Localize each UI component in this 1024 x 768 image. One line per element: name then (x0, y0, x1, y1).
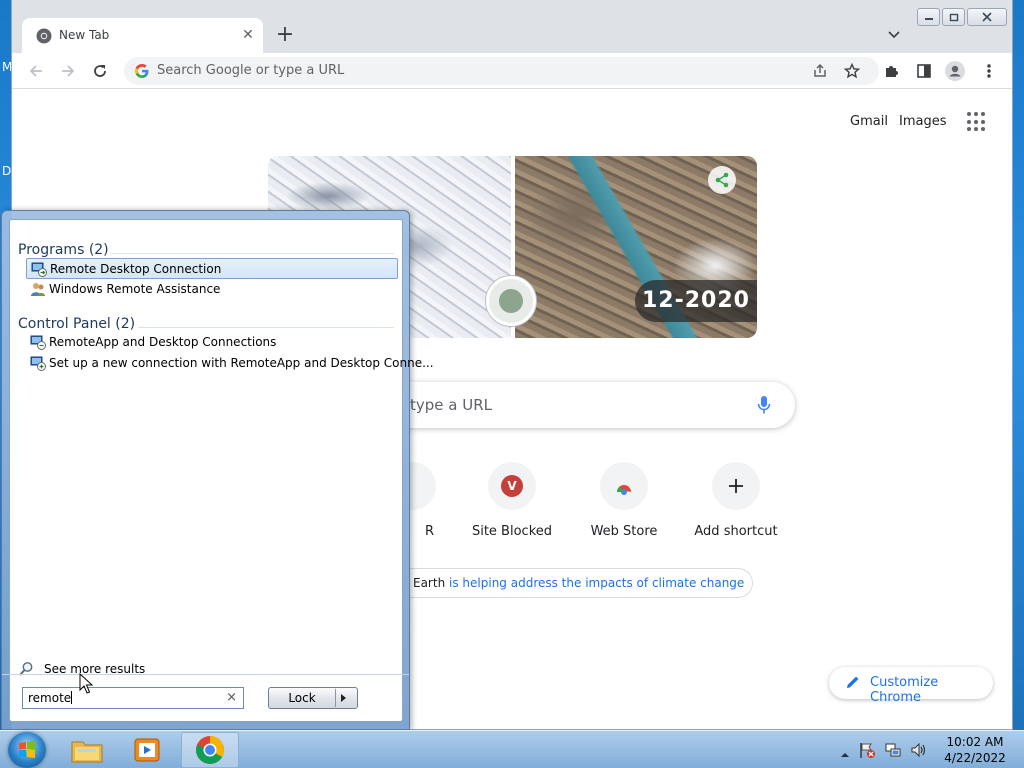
start-search-input[interactable]: remote × (22, 687, 244, 709)
shortcut-web-store[interactable]: Web Store (568, 462, 680, 539)
clock-date: 4/22/2022 (944, 751, 1006, 765)
show-hidden-icons-arrow-icon[interactable] (840, 745, 850, 757)
lock-button-label: Lock (288, 691, 316, 705)
volume-icon[interactable] (910, 741, 928, 759)
customize-chrome-button[interactable]: Customize Chrome (829, 667, 993, 705)
minimize-icon[interactable] (917, 8, 940, 26)
customize-chrome-label: Customize Chrome (870, 675, 939, 705)
doodle-date-label: 12-2020 (635, 280, 757, 322)
shortcut-site-blocked[interactable]: V Site Blocked (456, 462, 568, 539)
tab-title: New Tab (59, 28, 110, 42)
result-remoteapp-connections[interactable]: RemoteApp and Desktop Connections (26, 332, 398, 353)
taskbar-file-explorer-icon[interactable] (58, 732, 116, 768)
remote-desktop-icon (31, 262, 47, 277)
start-button-windows-icon[interactable] (8, 732, 46, 768)
remote-assistance-icon (31, 283, 45, 296)
ntp-search-placeholder: type a URL (410, 396, 492, 414)
tab-strip: New Tab ✕ + (12, 0, 1012, 53)
browser-toolbar: Search Google or type a URL (12, 53, 1012, 89)
omnibox[interactable]: Search Google or type a URL (124, 57, 879, 85)
google-g-icon (135, 64, 149, 78)
close-window-icon[interactable] (967, 8, 1007, 26)
earth-text: Earth (413, 576, 446, 590)
shortcut-label: Add shortcut (694, 524, 778, 539)
mouse-cursor-icon (79, 673, 93, 694)
share-icon[interactable] (810, 61, 830, 81)
microphone-icon[interactable] (757, 395, 771, 415)
images-link[interactable]: Images (899, 114, 947, 129)
remoteapp-setup-icon (30, 356, 46, 371)
profile-avatar-icon[interactable] (945, 61, 965, 81)
clock-time: 10:02 AM (946, 735, 1004, 749)
shortcut-add[interactable]: Add shortcut (680, 462, 792, 539)
taskbar-media-player-icon[interactable] (118, 732, 176, 768)
extensions-puzzle-icon[interactable] (882, 61, 902, 81)
result-label: Remote Desktop Connection (50, 262, 222, 276)
reload-icon[interactable] (90, 61, 110, 81)
system-tray (840, 741, 928, 759)
see-more-results-link[interactable]: See more results (18, 660, 218, 678)
earth-link[interactable]: is helping address the impacts of climat… (449, 576, 744, 590)
desktop-icon-label-fragment: D (2, 164, 12, 178)
taskbar-clock[interactable]: 10:02 AM 4/22/2022 (935, 734, 1015, 766)
start-menu-results-panel: Programs (2) Remote Desktop Connection W… (9, 219, 434, 722)
results-section-header: Control Panel (2) (18, 316, 136, 332)
omnibox-placeholder: Search Google or type a URL (157, 63, 345, 78)
plus-icon (729, 479, 743, 493)
results-section-header: Programs (2) (18, 242, 109, 258)
chrome-favicon-icon (36, 28, 52, 44)
result-windows-remote-assistance[interactable]: Windows Remote Assistance (26, 279, 398, 300)
tab-new-tab[interactable]: New Tab ✕ (22, 18, 263, 53)
remoteapp-icon (30, 335, 46, 350)
tab-close-icon[interactable]: ✕ (240, 27, 256, 43)
side-panel-icon[interactable] (914, 61, 934, 81)
search-input-value: remote (28, 691, 72, 705)
forward-arrow-icon[interactable] (58, 61, 78, 81)
pencil-icon (847, 676, 859, 688)
new-tab-plus-icon[interactable]: + (274, 24, 296, 47)
google-apps-grid-icon[interactable] (967, 112, 987, 132)
clear-search-icon[interactable]: × (226, 690, 237, 705)
power-options-arrow-icon[interactable] (341, 694, 346, 702)
kebab-menu-icon[interactable] (979, 61, 999, 81)
result-remote-desktop-connection[interactable]: Remote Desktop Connection (26, 258, 398, 279)
network-icon[interactable] (884, 741, 902, 759)
result-label: Set up a new connection with RemoteApp a… (49, 356, 434, 370)
chrome-web-store-icon (617, 485, 631, 495)
back-arrow-icon[interactable] (26, 61, 46, 81)
bookmark-star-icon[interactable] (842, 61, 862, 81)
action-center-flag-icon[interactable] (858, 741, 876, 759)
taskbar: 10:02 AM 4/22/2022 (0, 730, 1024, 768)
taskbar-chrome-icon[interactable] (181, 732, 239, 768)
start-menu: Programs (2) Remote Desktop Connection W… (1, 210, 434, 730)
globe-slider-icon[interactable] (486, 276, 536, 326)
tab-search-chevron-icon[interactable] (886, 26, 902, 42)
result-label: RemoteApp and Desktop Connections (49, 335, 277, 349)
doodle-share-icon[interactable] (708, 166, 736, 194)
result-setup-remoteapp-connection[interactable]: Set up a new connection with RemoteApp a… (26, 353, 434, 374)
shortcut-label: Web Store (590, 524, 658, 539)
letter-v-icon: V (501, 475, 523, 497)
shortcut-label: Site Blocked (471, 524, 553, 539)
window-controls (917, 8, 1009, 28)
result-label: Windows Remote Assistance (49, 282, 221, 296)
restore-icon[interactable] (942, 8, 965, 26)
lock-button[interactable]: Lock (268, 687, 358, 709)
gmail-link[interactable]: Gmail (850, 114, 888, 129)
